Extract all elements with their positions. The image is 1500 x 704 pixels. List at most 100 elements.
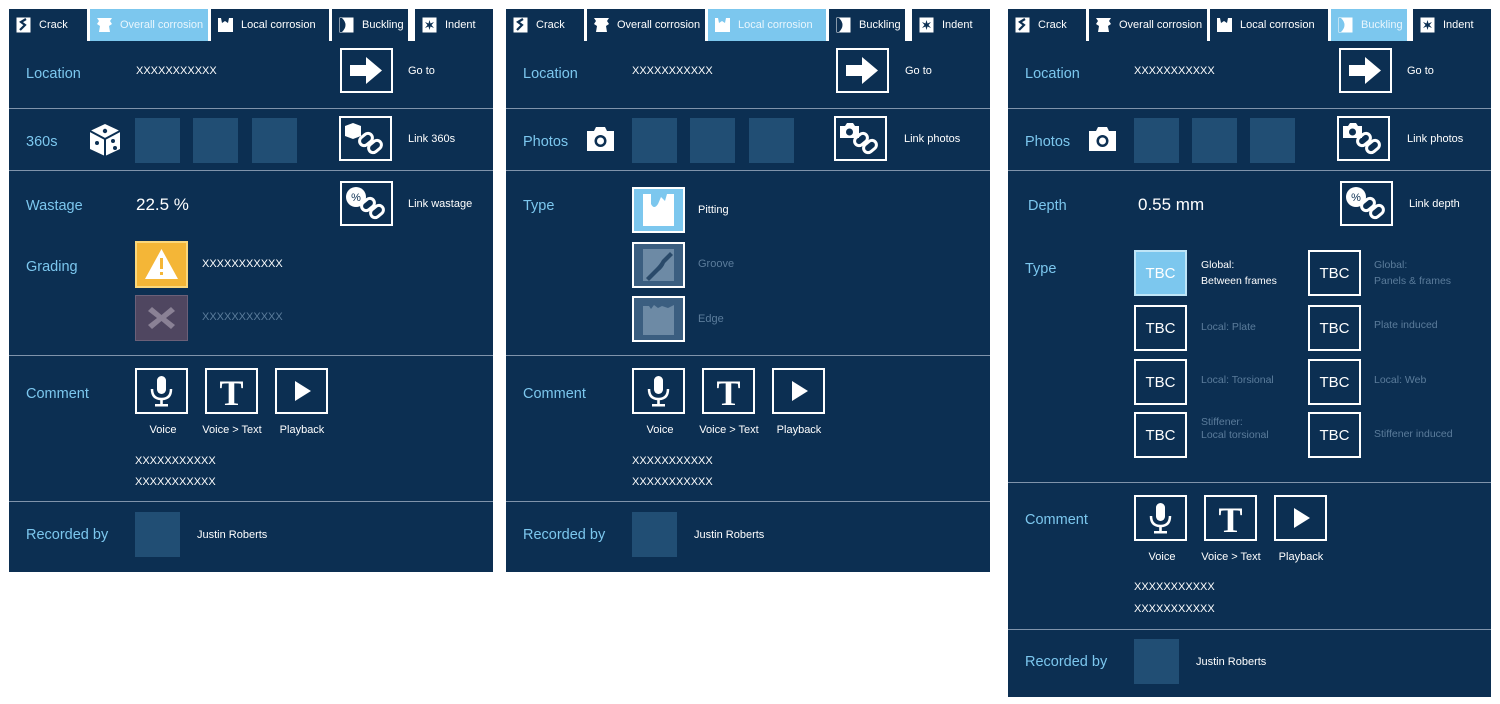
voice-button[interactable] xyxy=(632,368,685,414)
comment-label: Comment xyxy=(26,386,89,402)
link-media-label: Link photos xyxy=(1407,133,1464,145)
svg-text:T: T xyxy=(219,373,243,412)
play-icon xyxy=(1294,508,1310,528)
link-360s-button[interactable] xyxy=(339,116,392,161)
divider xyxy=(506,355,990,356)
tab-crack[interactable]: Crack xyxy=(506,9,584,41)
recorder-name: Justin Roberts xyxy=(1196,656,1267,668)
type-option-local-plate[interactable]: TBC xyxy=(1134,305,1187,351)
comment-text: XXXXXXXXXXX xyxy=(1134,603,1215,615)
tab-crack[interactable]: Crack xyxy=(9,9,87,41)
link-depth-label: Link depth xyxy=(1409,198,1460,210)
voice-to-text-button[interactable]: T xyxy=(205,368,258,414)
type-option-edge[interactable] xyxy=(632,296,685,342)
divider xyxy=(1008,629,1491,630)
overall-corrosion-icon xyxy=(1096,17,1111,33)
type-option-plate-induced[interactable]: TBC xyxy=(1308,305,1361,351)
tab-buckling[interactable]: Buckling xyxy=(1331,9,1407,41)
microphone-icon xyxy=(150,376,173,407)
tab-indent[interactable]: Indent xyxy=(415,9,493,41)
tab-local-corrosion[interactable]: Local corrosion xyxy=(1210,9,1328,41)
recorder-name: Justin Roberts xyxy=(694,529,765,541)
voice-to-text-button[interactable]: T xyxy=(702,368,755,414)
svg-text:T: T xyxy=(1218,500,1242,539)
warning-icon xyxy=(145,249,178,279)
tab-indent[interactable]: Indent xyxy=(1413,9,1491,41)
link-depth-button[interactable]: % xyxy=(1340,181,1393,226)
grading-label: Grading xyxy=(26,259,78,275)
photo-thumbnail[interactable] xyxy=(1134,118,1179,163)
arrow-right-icon xyxy=(350,57,382,84)
playback-button[interactable] xyxy=(1274,495,1327,541)
tab-buckling[interactable]: Buckling xyxy=(332,9,408,41)
link-percent-icon: % xyxy=(346,187,385,220)
tab-local-corrosion[interactable]: Local corrosion xyxy=(211,9,329,41)
type-option-global-between-frames[interactable]: TBC xyxy=(1134,250,1187,296)
avatar xyxy=(632,512,677,557)
photo-thumbnail[interactable] xyxy=(1250,118,1295,163)
type-option-label: Local: Plate xyxy=(1201,321,1256,333)
divider xyxy=(9,170,493,171)
goto-button[interactable] xyxy=(340,48,393,93)
playback-button[interactable] xyxy=(275,368,328,414)
tab-bar: Crack Overall corrosion Local corrosion … xyxy=(9,9,493,41)
photo-thumbnail[interactable] xyxy=(632,118,677,163)
tab-overall-corrosion[interactable]: Overall corrosion xyxy=(587,9,705,41)
media-thumbnail[interactable] xyxy=(135,118,180,163)
media-label: Photos xyxy=(523,134,569,150)
media-thumbnail[interactable] xyxy=(193,118,238,163)
avatar xyxy=(1134,639,1179,684)
comment-text: XXXXXXXXXXX xyxy=(1134,581,1215,593)
360-cube-icon xyxy=(89,124,121,156)
type-option-groove[interactable] xyxy=(632,242,685,288)
goto-button[interactable] xyxy=(836,48,889,93)
type-option-stiffener-local-torsional[interactable]: TBC xyxy=(1134,412,1187,458)
photo-thumbnail[interactable] xyxy=(1192,118,1237,163)
groove-icon xyxy=(643,249,674,281)
grading-option-label: XXXXXXXXXXX xyxy=(202,311,283,323)
type-option-local-web[interactable]: TBC xyxy=(1308,359,1361,405)
tab-buckling[interactable]: Buckling xyxy=(829,9,905,41)
arrow-right-icon xyxy=(1349,57,1381,84)
comment-text: XXXXXXXXXXX xyxy=(632,455,713,467)
tab-local-corrosion[interactable]: Local corrosion xyxy=(708,9,826,41)
goto-label: Go to xyxy=(408,65,435,77)
tab-crack[interactable]: Crack xyxy=(1008,9,1086,41)
voice-caption: Voice xyxy=(1148,551,1176,563)
voice-button[interactable] xyxy=(1134,495,1187,541)
link-photos-button[interactable] xyxy=(834,116,887,161)
grading-option-warning[interactable] xyxy=(135,241,188,288)
type-option-pitting[interactable] xyxy=(632,187,685,233)
link-photos-button[interactable] xyxy=(1337,116,1390,161)
playback-caption: Playback xyxy=(279,424,325,436)
tab-indent[interactable]: Indent xyxy=(912,9,990,41)
type-option-global-panels-frames[interactable]: TBC xyxy=(1308,250,1361,296)
location-value: XXXXXXXXXXX xyxy=(1134,65,1215,77)
play-icon xyxy=(295,381,311,401)
comment-label: Comment xyxy=(1025,512,1088,528)
type-option-stiffener-induced[interactable]: TBC xyxy=(1308,412,1361,458)
voice-to-text-button[interactable]: T xyxy=(1204,495,1257,541)
media-thumbnail[interactable] xyxy=(252,118,297,163)
local-corrosion-panel: Crack Overall corrosion Local corrosion … xyxy=(506,9,990,572)
photo-thumbnail[interactable] xyxy=(690,118,735,163)
link-media-label: Link 360s xyxy=(408,133,456,145)
recorded-by-label: Recorded by xyxy=(523,527,606,543)
grading-option-fail[interactable] xyxy=(135,295,188,341)
playback-button[interactable] xyxy=(772,368,825,414)
buckling-icon xyxy=(836,17,851,33)
location-label: Location xyxy=(26,66,81,82)
type-option-local-torsional[interactable]: TBC xyxy=(1134,359,1187,405)
comment-label: Comment xyxy=(523,386,586,402)
divider xyxy=(1008,108,1491,109)
tab-overall-corrosion[interactable]: Overall corrosion xyxy=(90,9,208,41)
overall-corrosion-icon xyxy=(97,17,112,33)
tab-overall-corrosion[interactable]: Overall corrosion xyxy=(1089,9,1207,41)
link-wastage-button[interactable]: % xyxy=(340,181,393,226)
recorder-name: Justin Roberts xyxy=(197,529,268,541)
voice-button[interactable] xyxy=(135,368,188,414)
buckling-icon xyxy=(1338,17,1353,33)
goto-button[interactable] xyxy=(1339,48,1392,93)
photo-thumbnail[interactable] xyxy=(749,118,794,163)
playback-caption: Playback xyxy=(776,424,822,436)
